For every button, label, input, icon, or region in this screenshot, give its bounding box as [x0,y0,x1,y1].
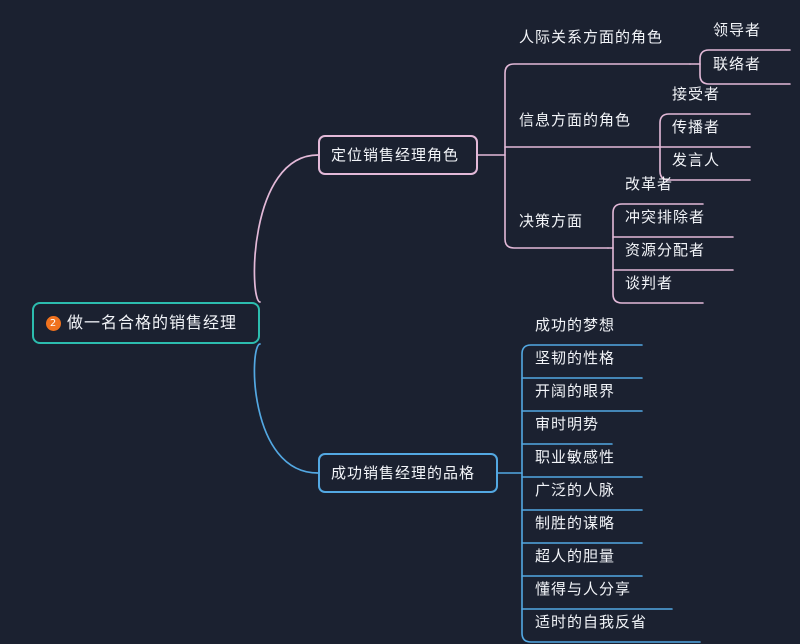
connector [253,154,319,303]
root-label: 做一名合格的销售经理 [67,313,238,332]
leaf-negotiator[interactable]: 谈判者 [625,276,673,294]
group-information[interactable]: 信息方面的角色 [519,113,631,131]
root-node[interactable]: 2 做一名合格的销售经理 [32,302,260,344]
leaf-tenacity[interactable]: 坚韧的性格 [535,351,615,369]
leaf-disturbance[interactable]: 冲突排除者 [625,210,705,228]
connector [253,343,319,474]
root-badge: 2 [46,315,61,331]
leaf-leader[interactable]: 领导者 [713,23,761,41]
leaf-sharing[interactable]: 懂得与人分享 [535,582,631,600]
leaf-liaison[interactable]: 联络者 [713,57,761,75]
branch-character-label: 成功销售经理的品格 [331,463,476,482]
branch-roles-label: 定位销售经理角色 [331,145,460,164]
group-interpersonal[interactable]: 人际关系方面的角色 [519,30,663,48]
leaf-strategy[interactable]: 制胜的谋略 [535,516,615,534]
leaf-receiver[interactable]: 接受者 [672,87,720,105]
leaf-spokesperson[interactable]: 发言人 [672,153,720,171]
leaf-acumen[interactable]: 职业敏感性 [535,450,615,468]
group-decision[interactable]: 决策方面 [519,214,583,232]
leaf-reflection[interactable]: 适时的自我反省 [535,615,647,633]
leaf-dream[interactable]: 成功的梦想 [535,318,615,336]
leaf-network[interactable]: 广泛的人脉 [535,483,615,501]
leaf-entrepreneur[interactable]: 改革者 [625,177,673,195]
branch-roles[interactable]: 定位销售经理角色 [318,135,478,175]
mindmap-canvas: 2 做一名合格的销售经理 定位销售经理角色 人际关系方面的角色 领导者联络者信息方面的角… [0,0,800,644]
leaf-disseminator[interactable]: 传播者 [672,120,720,138]
branch-character[interactable]: 成功销售经理的品格 [318,453,498,493]
leaf-resource[interactable]: 资源分配者 [625,243,705,261]
leaf-vision[interactable]: 开阔的眼界 [535,384,615,402]
leaf-timing[interactable]: 审时明势 [535,417,599,435]
leaf-courage[interactable]: 超人的胆量 [535,549,615,567]
